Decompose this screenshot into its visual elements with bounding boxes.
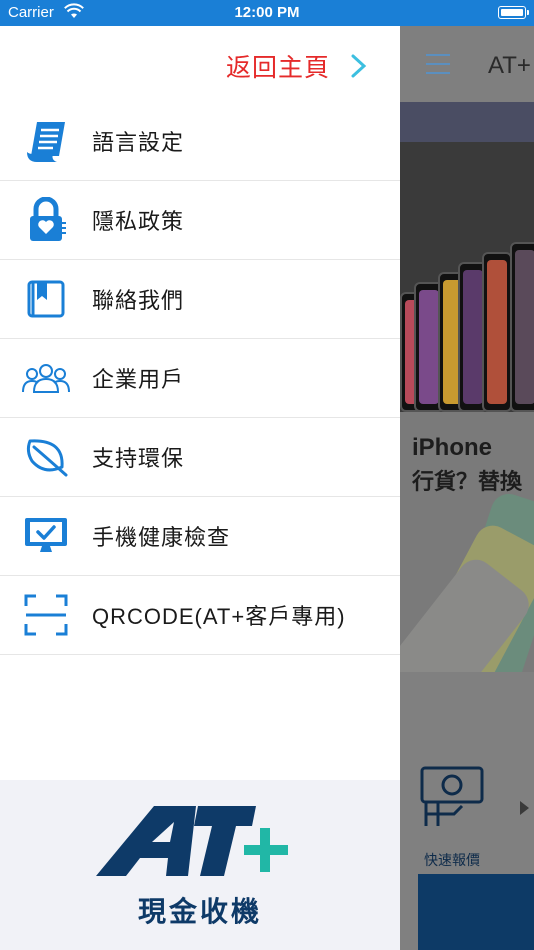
menu-item-contact[interactable]: 聯絡我們: [0, 260, 400, 339]
phones-photo: [400, 142, 534, 412]
menu-item-label: QRCODE(AT+客戶專用): [92, 604, 346, 629]
background-header: AT+: [400, 26, 534, 102]
iphone-back-photo: [400, 489, 534, 672]
menu-item-label: 語言設定: [92, 130, 185, 155]
battery-icon: [498, 6, 529, 19]
leaf-icon: [22, 433, 70, 481]
menu-item-label: 聯絡我們: [92, 288, 185, 313]
at-plus-logo: [96, 806, 288, 876]
business-users-icon: [22, 354, 70, 402]
cash-hand-icon[interactable]: [414, 754, 494, 834]
background-app[interactable]: AT+ iPhone 行貨？替換 快速報價: [400, 26, 534, 950]
contact-book-icon: [22, 275, 70, 323]
back-home-label: 返回主頁: [225, 54, 330, 82]
menu-item-business-users[interactable]: 企業用戶: [0, 339, 400, 418]
background-strip: [400, 102, 534, 142]
menu-item-privacy[interactable]: 隱私政策: [0, 181, 400, 260]
privacy-lock-icon: [22, 196, 70, 244]
promo-banner[interactable]: iPhone 行貨？替換: [400, 142, 534, 672]
menu-item-label: 支持環保: [92, 446, 185, 471]
menu-item-eco[interactable]: 支持環保: [0, 418, 400, 497]
menu-item-phone-health[interactable]: 手機健康檢查: [0, 497, 400, 576]
carousel-next-icon[interactable]: [520, 801, 529, 815]
back-home-button[interactable]: 返回主頁: [226, 50, 370, 82]
banner-title: iPhone: [412, 434, 493, 461]
monitor-check-icon: [22, 512, 70, 560]
status-bar: Carrier 12:00 PM: [0, 0, 534, 26]
background-blue-panel: [418, 874, 534, 950]
hamburger-icon[interactable]: [426, 54, 450, 74]
chevron-right-icon: [351, 54, 367, 78]
menu-item-qrcode[interactable]: QRCODE(AT+客戶專用): [0, 576, 400, 655]
language-icon: [22, 117, 70, 165]
background-title: AT+: [488, 52, 531, 79]
clock: 12:00 PM: [234, 4, 300, 21]
side-drawer: 返回主頁 語言設定 隱私政策 聯絡我們 企業用戶 支持環保 手機健康檢查 QRC…: [0, 26, 400, 950]
menu-item-label: 手機健康檢查: [92, 525, 231, 550]
banner-subtitle: 行貨？替換: [412, 469, 523, 494]
logo-subtitle: 現金收機: [137, 896, 262, 927]
menu-item-language[interactable]: 語言設定: [0, 102, 400, 181]
qr-scan-icon: [22, 591, 70, 639]
menu-item-label: 隱私政策: [92, 209, 185, 234]
menu-item-label: 企業用戶: [92, 367, 185, 392]
quick-quote-label: 快速報價: [424, 852, 480, 868]
drawer-footer: 現金收機: [0, 780, 400, 950]
drawer-menu: 語言設定 隱私政策 聯絡我們 企業用戶 支持環保 手機健康檢查 QRCODE(A…: [0, 102, 400, 655]
